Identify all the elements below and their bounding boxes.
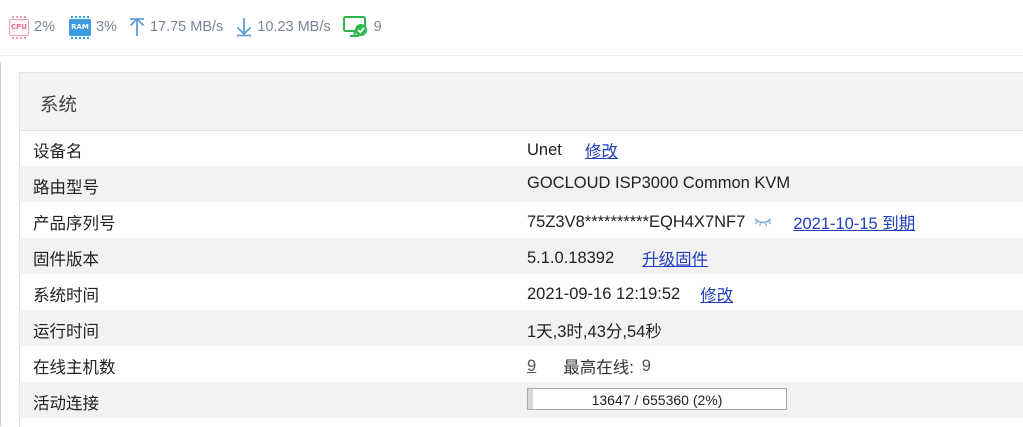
- router-model-value: GOCLOUD ISP3000 Common KVM: [527, 174, 791, 192]
- row-router-model: 路由型号 GOCLOUD ISP3000 Common KVM: [20, 166, 1023, 202]
- row-label: 运行时间: [33, 323, 99, 341]
- firmware-version-value: 5.1.0.18392: [527, 248, 615, 267]
- row-online-hosts: 在线主机数 9 最高在线: 9: [20, 346, 1023, 382]
- row-firmware-version: 固件版本 5.1.0.18392 升级固件: [20, 238, 1023, 274]
- ram-value: 3%: [95, 19, 117, 35]
- cpu-usage: CPU 2%: [9, 0, 55, 54]
- row-label: 系统时间: [33, 287, 99, 305]
- row-value: 5.1.0.18392 升级固件: [527, 246, 708, 270]
- monitor-check-icon: [342, 16, 367, 37]
- row-value: 2021-09-16 12:19:52 修改: [527, 282, 733, 306]
- row-device-name: 设备名 Unet 修改: [20, 130, 1023, 166]
- top-divider: [0, 55, 1023, 56]
- progress-text: 13647 / 655360 (2%): [591, 392, 723, 408]
- ram-usage: RAM 3%: [68, 0, 117, 54]
- connections-progress-bar: 13647 / 655360 (2%): [527, 388, 787, 410]
- uptime-value: 1天,3时,43分,54秒: [527, 323, 662, 341]
- row-label: 固件版本: [33, 251, 99, 269]
- left-border: [0, 62, 1, 426]
- system-panel: 系统 设备名 Unet 修改 路由型号 GOCLOUD ISP3000 Comm…: [19, 72, 1023, 427]
- row-label: 路由型号: [33, 179, 99, 197]
- row-serial-number: 产品序列号 75Z3V8**********EQH4X7NF7 2021-10-…: [20, 202, 1023, 238]
- row-value: 9 最高在线: 9: [527, 354, 651, 378]
- row-label: 活动连接: [33, 395, 99, 413]
- serial-number-value: 75Z3V8**********EQH4X7NF7: [527, 212, 746, 231]
- peak-online-value: 9: [641, 356, 651, 375]
- upload-value: 17.75 MB/s: [149, 19, 224, 35]
- status-bar: CPU 2% RAM 3% 17.75 MB/s 10.23 MB/s 9: [0, 0, 1023, 54]
- row-label: 在线主机数: [33, 359, 116, 377]
- row-label: 设备名: [33, 143, 83, 161]
- eye-closed-icon[interactable]: [753, 216, 773, 228]
- cpu-icon: CPU: [9, 15, 29, 39]
- arrow-up-icon: [129, 17, 145, 36]
- online-hosts-link[interactable]: 9: [527, 357, 536, 376]
- row-label: 产品序列号: [33, 215, 116, 233]
- ram-icon: RAM: [68, 15, 91, 39]
- device-name-value: Unet: [527, 140, 562, 159]
- row-uptime: 运行时间 1天,3时,43分,54秒: [20, 310, 1023, 346]
- panel-title: 系统: [40, 94, 78, 115]
- system-time-value: 2021-09-16 12:19:52: [527, 284, 681, 303]
- upgrade-firmware-link[interactable]: 升级固件: [642, 246, 708, 270]
- row-value: 75Z3V8**********EQH4X7NF7 2021-10-15 到期: [527, 210, 915, 234]
- cpu-value: 2%: [34, 19, 55, 35]
- online-hosts-indicator[interactable]: 9: [342, 0, 382, 54]
- panel-header: 系统: [20, 73, 1023, 131]
- row-value: Unet 修改: [527, 138, 618, 162]
- edit-system-time-link[interactable]: 修改: [700, 282, 733, 306]
- download-speed: 10.23 MB/s: [236, 0, 331, 54]
- upload-speed: 17.75 MB/s: [129, 0, 223, 54]
- peak-online-label: 最高在线:: [563, 359, 634, 377]
- row-system-time: 系统时间 2021-09-16 12:19:52 修改: [20, 274, 1023, 310]
- row-active-connections: 活动连接 13647 / 655360 (2%): [20, 382, 1023, 418]
- edit-device-name-link[interactable]: 修改: [585, 138, 618, 162]
- online-count: 9: [373, 19, 382, 35]
- arrow-down-icon: [237, 18, 252, 37]
- expiry-date-link[interactable]: 2021-10-15 到期: [793, 210, 915, 234]
- download-value: 10.23 MB/s: [257, 19, 331, 35]
